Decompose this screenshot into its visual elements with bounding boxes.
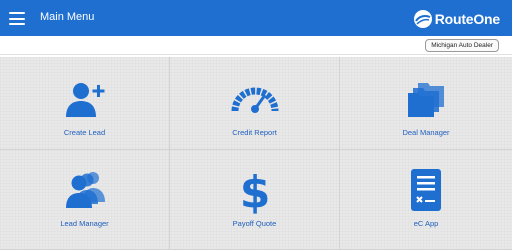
tile-label: Create Lead [63, 128, 106, 137]
routeone-logo-icon [413, 10, 432, 28]
add-person-icon [65, 83, 104, 117]
svg-text:$: $ [239, 167, 270, 214]
main-menu-grid: Create Lead Credit Report Deal Manager L… [0, 57, 512, 250]
page-title: Main Menu [40, 11, 95, 23]
hamburger-menu-icon[interactable] [9, 12, 25, 25]
brand-name: RouteOne [434, 11, 500, 27]
tile-label: Credit Report [232, 128, 277, 137]
tile-payoff-quote[interactable]: $ Payoff Quote [170, 150, 340, 250]
gauge-icon [231, 87, 278, 113]
tile-label: Deal Manager [402, 128, 450, 137]
dealer-bar: Michigan Auto Dealer [0, 36, 512, 55]
tile-label: eC App [413, 219, 439, 228]
dealer-selector[interactable]: Michigan Auto Dealer [425, 39, 499, 52]
top-app-bar: Main Menu RouteOne [0, 0, 512, 36]
tile-deal-manager[interactable]: Deal Manager [340, 57, 512, 150]
tile-create-lead[interactable]: Create Lead [0, 57, 170, 150]
folders-icon [408, 83, 444, 117]
tile-label: Lead Manager [60, 219, 109, 228]
tile-ec-app[interactable]: eC App [340, 150, 512, 250]
dollar-sign-icon: $ [239, 167, 270, 214]
tile-label: Payoff Quote [232, 219, 277, 228]
brand-logo: RouteOne [413, 9, 500, 29]
tile-credit-report[interactable]: Credit Report [170, 57, 340, 150]
document-form-icon [411, 169, 441, 211]
people-group-icon [65, 172, 105, 208]
tile-lead-manager[interactable]: Lead Manager [0, 150, 170, 250]
